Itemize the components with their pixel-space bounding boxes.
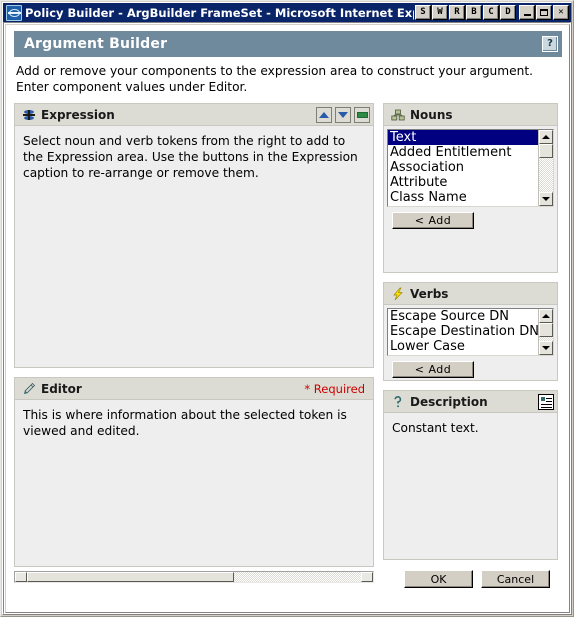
ok-button[interactable]: OK [404, 570, 473, 588]
scroll-track[interactable] [539, 323, 553, 341]
left-column: Expression Select noun and verb tokens f… [14, 103, 374, 583]
blocks-icon [391, 108, 405, 122]
intro-text: Add or remove your components to the exp… [16, 64, 534, 94]
scroll-right-arrow[interactable] [361, 572, 373, 582]
dialog-buttons: OK Cancel [383, 570, 558, 588]
scroll-left-arrow[interactable] [15, 572, 27, 582]
titlebar-button-c[interactable]: C [483, 5, 499, 20]
list-item[interactable]: Association [388, 160, 538, 175]
verbs-vertical-scrollbar[interactable] [538, 309, 553, 355]
verbs-listbox[interactable]: Escape Source DN Escape Destination DN L… [387, 308, 554, 356]
cancel-button[interactable]: Cancel [481, 570, 550, 588]
triangle-down-icon [338, 111, 348, 118]
document-list-icon[interactable] [538, 393, 554, 410]
columns: Expression Select noun and verb tokens f… [14, 103, 562, 588]
verbs-add-button[interactable]: < Add [392, 361, 474, 378]
titlebar-button-w[interactable]: W [432, 5, 448, 20]
verbs-panel: Verbs Escape Source DN Escape Destinatio… [383, 282, 558, 381]
verbs-caption-label: Verbs [410, 286, 449, 301]
expression-panel: Expression Select noun and verb tokens f… [14, 103, 374, 368]
expression-body[interactable]: Select noun and verb tokens from the rig… [15, 126, 373, 368]
expression-stack-icon [22, 108, 36, 122]
close-button[interactable]: ✕ [553, 5, 569, 20]
nouns-add-button[interactable]: < Add [392, 212, 474, 229]
description-caption-label: Description [410, 394, 488, 409]
editor-caption-label: Editor [41, 381, 82, 396]
nouns-caption-label: Nouns [410, 107, 453, 122]
expression-caption-buttons [316, 106, 370, 123]
nouns-vertical-scrollbar[interactable] [538, 130, 553, 206]
minus-box-icon [356, 111, 368, 118]
description-caption: Description [384, 391, 557, 413]
list-item[interactable]: Added Entitlement [388, 145, 538, 160]
required-label: * Required [304, 381, 365, 396]
list-item[interactable]: Text [388, 130, 538, 145]
horizontal-scrollbar[interactable] [14, 571, 374, 583]
move-down-button[interactable] [335, 106, 351, 123]
minimize-button[interactable] [519, 5, 535, 20]
nouns-listbox[interactable]: Text Added Entitlement Association Attri… [387, 129, 554, 207]
move-up-button[interactable] [316, 106, 332, 123]
list-item[interactable]: Attribute [388, 175, 538, 190]
titlebar-button-d[interactable]: D [500, 5, 516, 20]
titlebar-button-r[interactable]: R [449, 5, 465, 20]
remove-button[interactable] [354, 106, 370, 123]
scroll-track[interactable] [27, 572, 361, 582]
content: Argument Builder ? Add or remove your co… [14, 31, 562, 588]
app-header: Argument Builder ? [14, 31, 562, 57]
titlebar-button-s[interactable]: S [415, 5, 431, 20]
triangle-up-icon [319, 111, 329, 118]
scroll-track[interactable] [539, 144, 553, 192]
triangle-up-icon [542, 135, 550, 139]
page-area: Argument Builder ? Add or remove your co… [3, 22, 571, 614]
list-item[interactable]: Escape Source DN [388, 309, 538, 324]
list-item[interactable]: Class Name [388, 190, 538, 205]
scroll-up-arrow[interactable] [539, 309, 553, 323]
description-panel: Description Constant text. [383, 390, 558, 560]
scroll-thumb[interactable] [539, 144, 553, 158]
nouns-panel: Nouns Text Added Entitlement Association… [383, 103, 558, 273]
scroll-down-arrow[interactable] [539, 341, 553, 355]
nouns-list-items: Text Added Entitlement Association Attri… [388, 130, 538, 206]
verbs-caption: Verbs [384, 283, 557, 305]
triangle-down-icon [542, 197, 550, 201]
list-item[interactable]: Lower Case [388, 339, 538, 354]
titlebar-button-b[interactable]: B [466, 5, 482, 20]
ie-document-icon [6, 4, 22, 21]
nouns-caption: Nouns [384, 104, 557, 126]
scroll-thumb[interactable] [539, 323, 553, 337]
scroll-down-arrow[interactable] [539, 192, 553, 206]
maximize-button[interactable] [536, 5, 552, 20]
window-title: Policy Builder - ArgBuilder FrameSet - M… [25, 5, 414, 20]
editor-body[interactable]: This is where information about the sele… [15, 400, 373, 567]
expression-caption: Expression [15, 104, 373, 126]
expression-caption-label: Expression [41, 107, 115, 122]
list-item[interactable]: Escape Destination DN [388, 324, 538, 339]
editor-caption: Editor * Required [15, 378, 373, 400]
scroll-thumb[interactable] [27, 572, 235, 582]
editor-panel: Editor * Required This is where informat… [14, 377, 374, 567]
page-title: Argument Builder [24, 36, 168, 52]
lightning-icon [391, 287, 405, 301]
scroll-up-arrow[interactable] [539, 130, 553, 144]
question-key-icon [391, 395, 405, 409]
description-body: Constant text. [392, 421, 479, 435]
title-bar[interactable]: Policy Builder - ArgBuilder FrameSet - M… [3, 3, 571, 22]
minimize-icon [523, 14, 531, 16]
page-inner: Argument Builder ? Add or remove your co… [5, 24, 570, 613]
triangle-down-icon [542, 346, 550, 350]
browser-window: Policy Builder - ArgBuilder FrameSet - M… [0, 0, 574, 617]
verbs-list-items: Escape Source DN Escape Destination DN L… [388, 309, 538, 355]
right-column: Nouns Text Added Entitlement Association… [383, 103, 558, 588]
triangle-up-icon [542, 314, 550, 318]
title-bar-buttons: S W R B C D ✕ [414, 5, 569, 20]
maximize-icon [540, 9, 548, 16]
pencil-icon [22, 382, 36, 396]
help-button[interactable]: ? [542, 36, 558, 52]
